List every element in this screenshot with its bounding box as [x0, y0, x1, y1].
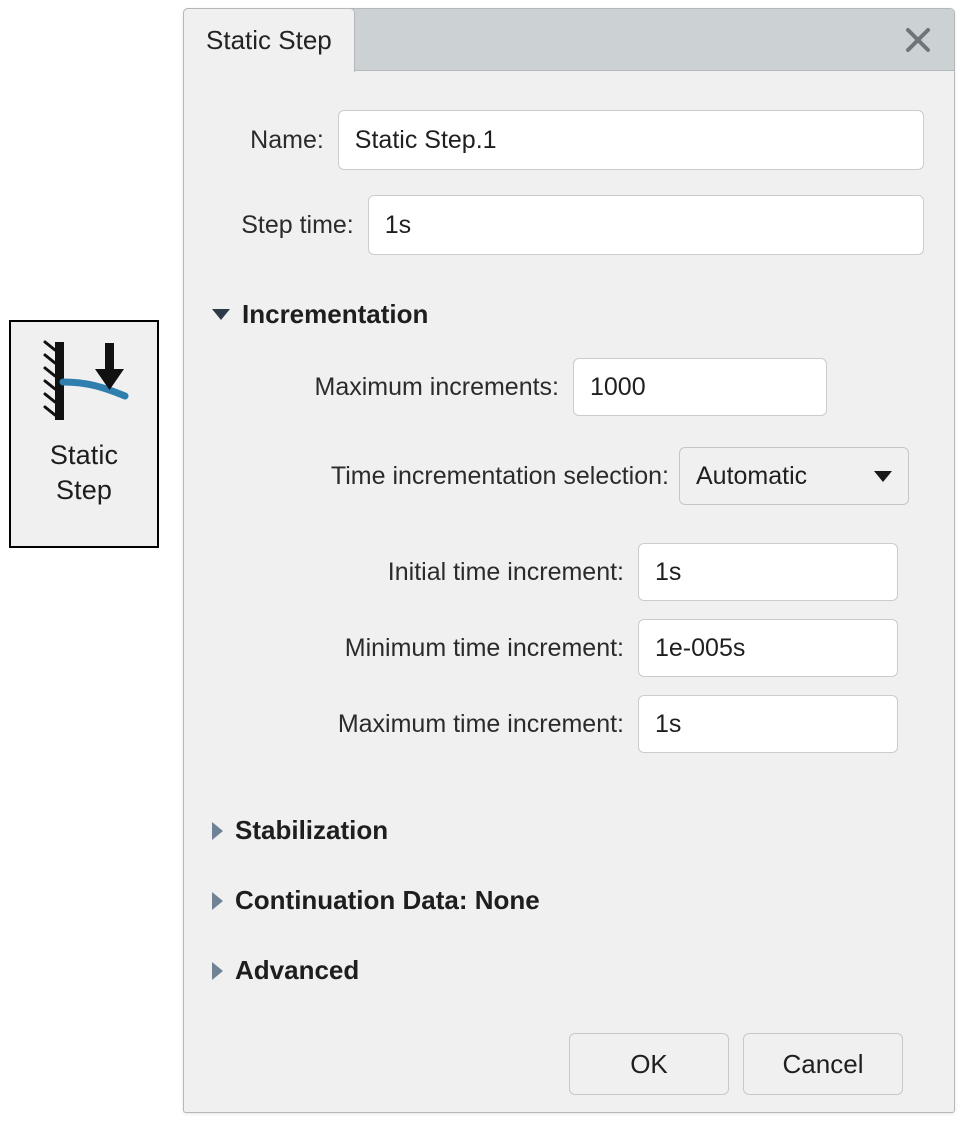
triangle-right-icon — [212, 961, 223, 980]
section-stabilization-header[interactable]: Stabilization — [212, 815, 388, 846]
maximum-time-increment-row: Maximum time increment: 1s — [184, 695, 924, 753]
dialog-body: Name: Static Step.1 Step time: 1s Increm… — [184, 71, 954, 1112]
initial-time-increment-input[interactable]: 1s — [638, 543, 898, 601]
section-incrementation-label: Incrementation — [242, 299, 429, 329]
section-advanced-label: Advanced — [235, 955, 360, 985]
time-increment-selection-row: Time incrementation selection: Automatic — [184, 447, 924, 505]
max-increments-label: Maximum increments: — [314, 372, 560, 401]
time-increment-selection-label: Time incrementation selection: — [330, 461, 669, 490]
minimum-time-increment-row: Minimum time increment: 1e-005s — [184, 619, 924, 677]
time-increment-selection-dropdown[interactable]: Automatic — [679, 447, 909, 505]
palette-caption-line2: Step — [56, 474, 112, 505]
name-label: Name: — [250, 125, 324, 154]
close-icon[interactable] — [898, 21, 938, 59]
maximum-time-increment-label: Maximum time increment: — [337, 709, 624, 738]
step-time-label: Step time: — [241, 210, 354, 239]
step-time-input[interactable]: 1s — [367, 195, 924, 255]
ok-button[interactable]: OK — [569, 1033, 729, 1095]
max-increments-row: Maximum increments: 1000 — [184, 358, 924, 416]
static-step-palette-tile[interactable]: Static Step — [9, 320, 159, 548]
static-step-dialog: Static Step Name: Static Step.1 Step tim… — [183, 8, 955, 1113]
section-stabilization-label: Stabilization — [235, 815, 389, 845]
dialog-titlebar: Static Step — [183, 8, 954, 72]
tab-static-step-label: Static Step — [206, 25, 332, 55]
triangle-right-icon — [212, 891, 223, 910]
triangle-down-icon — [212, 309, 230, 320]
palette-caption-line1: Static — [49, 440, 119, 470]
triangle-right-icon — [212, 821, 223, 840]
section-advanced-header[interactable]: Advanced — [212, 955, 359, 986]
minimum-time-increment-label: Minimum time increment: — [344, 633, 624, 662]
cancel-button[interactable]: Cancel — [743, 1033, 903, 1095]
name-row: Name: Static Step.1 — [184, 110, 924, 170]
maximum-time-increment-input[interactable]: 1s — [638, 695, 898, 753]
section-incrementation-header[interactable]: Incrementation — [212, 299, 428, 330]
section-continuation-data-label: Continuation Data: None — [235, 885, 540, 915]
initial-time-increment-label: Initial time increment: — [387, 557, 624, 586]
max-increments-input[interactable]: 1000 — [573, 358, 827, 416]
step-time-row: Step time: 1s — [184, 195, 924, 255]
name-input[interactable]: Static Step.1 — [337, 110, 924, 170]
minimum-time-increment-input[interactable]: 1e-005s — [638, 619, 898, 677]
tab-static-step[interactable]: Static Step — [183, 8, 355, 72]
initial-time-increment-row: Initial time increment: 1s — [184, 543, 924, 601]
time-increment-selection-value: Automatic — [696, 461, 808, 490]
chevron-down-icon — [874, 470, 892, 482]
static-step-cantilever-icon — [43, 340, 129, 420]
section-continuation-data-header[interactable]: Continuation Data: None — [212, 885, 540, 916]
palette-caption: Static Step — [50, 438, 118, 507]
